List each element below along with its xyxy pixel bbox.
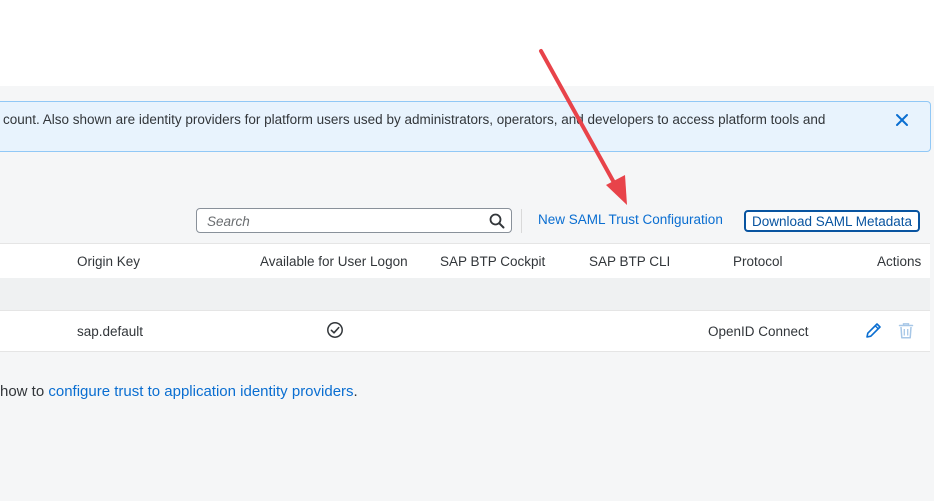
- delete-icon[interactable]: [897, 321, 915, 340]
- footer-prefix: how to: [0, 383, 49, 400]
- column-header-sap-btp-cockpit: SAP BTP Cockpit: [440, 254, 546, 269]
- info-message-strip: count. Also shown are identity providers…: [0, 101, 931, 152]
- footer-suffix: .: [353, 383, 358, 400]
- search-icon[interactable]: [489, 213, 505, 229]
- column-header-available-for-user-logon: Available for User Logon: [260, 254, 408, 269]
- footer-help-text: how to configure trust to application id…: [0, 383, 358, 400]
- search-input[interactable]: [205, 211, 479, 232]
- info-message-text: count. Also shown are identity providers…: [3, 112, 826, 127]
- protocol-cell: OpenID Connect: [708, 324, 809, 339]
- column-header-actions: Actions: [877, 254, 922, 269]
- configure-trust-link[interactable]: configure trust to application identity …: [48, 383, 353, 400]
- download-saml-metadata-label: Download SAML Metadata: [751, 213, 913, 229]
- edit-icon[interactable]: [864, 321, 883, 340]
- close-icon[interactable]: [891, 109, 913, 131]
- search-field[interactable]: [196, 208, 512, 233]
- table-row[interactable]: sap.default OpenID Connect: [0, 311, 930, 352]
- toolbar-separator: [521, 209, 522, 233]
- check-circle-icon: [327, 322, 343, 338]
- column-header-sap-btp-cli: SAP BTP CLI: [589, 254, 671, 269]
- origin-key-cell: sap.default: [77, 324, 144, 339]
- table-group-row: [0, 278, 930, 311]
- new-saml-trust-configuration-button[interactable]: New SAML Trust Configuration: [538, 212, 723, 227]
- table-header: Origin Key Available for User Logon SAP …: [0, 243, 930, 279]
- page-header-area: [0, 0, 934, 86]
- column-header-origin-key: Origin Key: [77, 254, 141, 269]
- download-saml-metadata-button[interactable]: Download SAML Metadata: [744, 210, 920, 232]
- column-header-protocol: Protocol: [733, 254, 783, 269]
